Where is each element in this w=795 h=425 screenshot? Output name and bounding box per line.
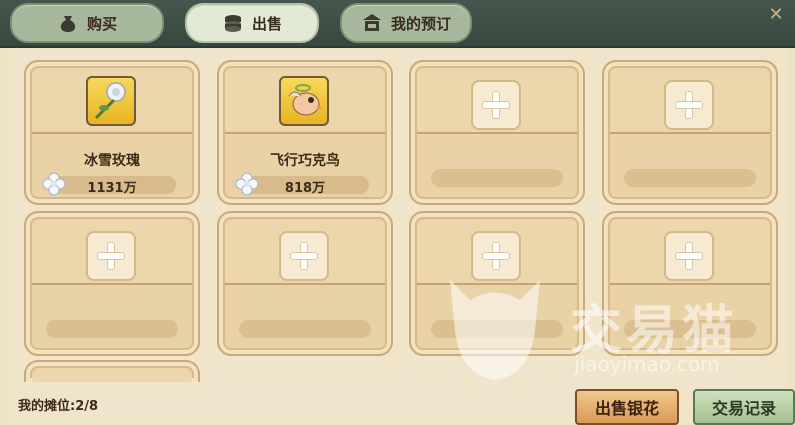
price-row: 1131万 bbox=[26, 172, 198, 196]
stall-slot-empty[interactable] bbox=[217, 211, 393, 356]
add-item-icon[interactable] bbox=[279, 231, 329, 281]
close-icon[interactable]: ✕ bbox=[765, 4, 787, 26]
tab-my-reservations-label: 我的预订 bbox=[390, 14, 451, 33]
stall-slot-empty[interactable] bbox=[602, 211, 778, 356]
flying-bird-icon[interactable] bbox=[279, 76, 329, 126]
tab-buy[interactable]: 购买 bbox=[10, 3, 164, 43]
stall-slot-2[interactable]: 飞行巧克鸟 818万 bbox=[217, 60, 393, 205]
stall-slot-empty[interactable] bbox=[409, 60, 585, 205]
item-price: 1131万 bbox=[87, 181, 137, 196]
tab-sell-label: 出售 bbox=[251, 14, 282, 33]
item-name: 飞行巧克鸟 bbox=[270, 153, 340, 169]
tab-buy-label: 购买 bbox=[86, 14, 117, 33]
add-item-icon[interactable] bbox=[471, 80, 521, 130]
tab-sell[interactable]: 出售 bbox=[185, 3, 319, 43]
tab-my-reservations[interactable]: 我的预订 bbox=[340, 3, 472, 43]
item-price: 818万 bbox=[284, 181, 326, 196]
coin-stack-icon bbox=[224, 15, 241, 32]
add-item-icon[interactable] bbox=[664, 80, 714, 130]
stall-slot-empty[interactable] bbox=[602, 60, 778, 205]
add-item-icon[interactable] bbox=[664, 231, 714, 281]
white-rose-icon[interactable] bbox=[86, 76, 136, 126]
money-bag-icon bbox=[60, 16, 76, 32]
price-row: 818万 bbox=[219, 172, 391, 196]
stall-panel: 冰雪玫瑰 1131万 飞行巧克鸟 818万 bbox=[8, 48, 787, 423]
trade-record-button[interactable]: 交易记录 bbox=[693, 389, 795, 425]
sell-silver-button[interactable]: 出售银花 bbox=[575, 389, 679, 425]
stall-slot-1[interactable]: 冰雪玫瑰 1131万 bbox=[24, 60, 200, 205]
stall-count: 我的摊位:2/8 bbox=[18, 399, 99, 414]
stall-slot-partial[interactable] bbox=[24, 360, 200, 382]
add-item-icon[interactable] bbox=[471, 231, 521, 281]
item-name: 冰雪玫瑰 bbox=[84, 153, 140, 169]
shop-icon bbox=[362, 14, 381, 31]
top-bar: 购买 出售 我的预订 ✕ bbox=[0, 0, 795, 48]
stall-slot-empty[interactable] bbox=[24, 211, 200, 356]
add-item-icon[interactable] bbox=[86, 231, 136, 281]
stall-slot-empty[interactable] bbox=[409, 211, 585, 356]
